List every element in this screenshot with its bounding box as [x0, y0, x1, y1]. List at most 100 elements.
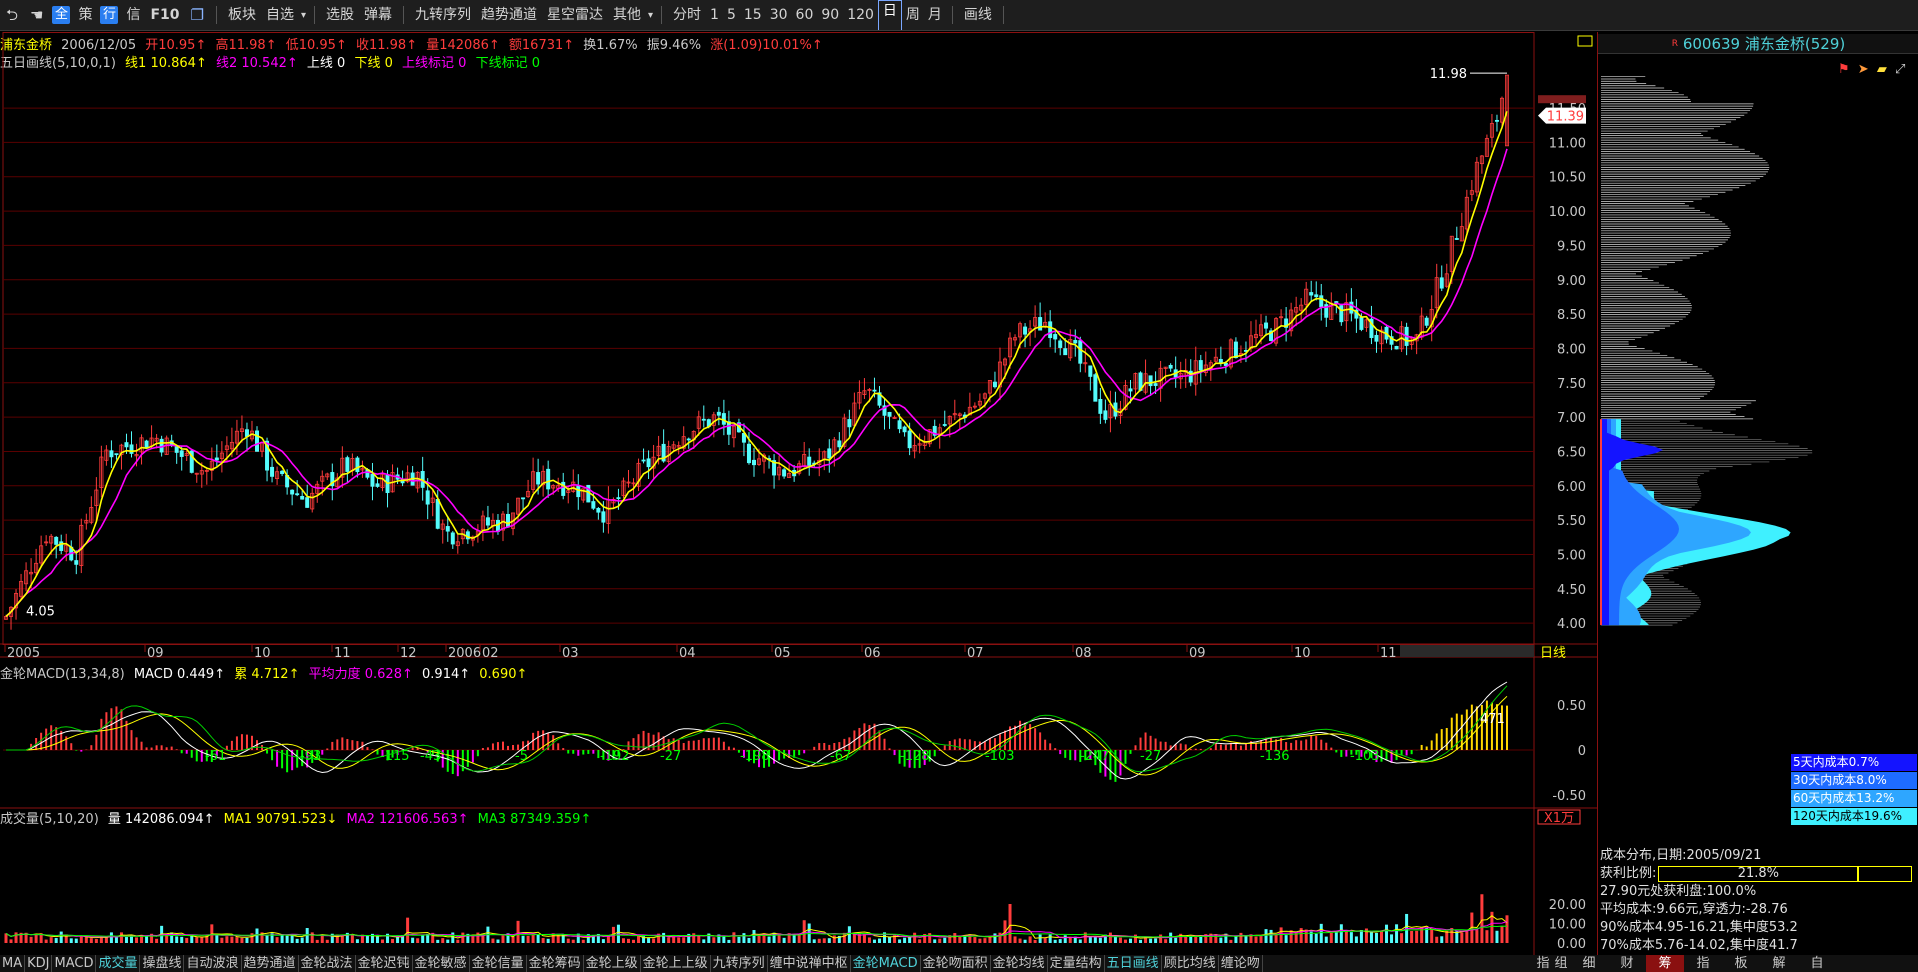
volume-bar [637, 935, 641, 943]
volume-bar [1008, 904, 1012, 943]
period-9[interactable]: 月 [924, 0, 946, 30]
dropdown-icon[interactable]: ▾ [299, 0, 308, 30]
select-stock-button[interactable]: 选股 [321, 0, 359, 30]
indicator-tab-5[interactable]: 自动波浪 [184, 955, 242, 972]
indicator-tab-17[interactable]: 金轮吻面积 [921, 955, 991, 972]
panel-tab-2[interactable]: 细 [1570, 955, 1608, 972]
panel-tab-5[interactable]: 指 [1684, 955, 1722, 972]
indicator-tab-9[interactable]: 金轮敏感 [413, 955, 470, 972]
draw-line-button[interactable]: 画线 [959, 0, 997, 30]
panel-tab-0[interactable]: 指 [1534, 955, 1552, 972]
period-5[interactable]: 90 [817, 0, 843, 30]
volume-bar [1118, 937, 1122, 943]
volume-bar [1344, 931, 1348, 943]
panel-tab-3[interactable]: 财 [1608, 955, 1646, 972]
indicator-tab-1[interactable]: KDJ [25, 955, 53, 972]
low-price-label: 4.05 [26, 605, 55, 620]
volume-bar [1264, 929, 1268, 943]
volume-bar [973, 937, 977, 943]
indicator-tab-6[interactable]: 趋势通道 [242, 955, 299, 972]
volume-bar [867, 937, 871, 943]
sector-button[interactable]: 板块 [223, 0, 261, 30]
indicator-tab-19[interactable]: 定量结构 [1048, 955, 1105, 972]
full-button[interactable]: 全 [52, 6, 71, 24]
volume-bar [1043, 938, 1047, 943]
time-axis-label: 03 [562, 646, 579, 661]
period-1[interactable]: 5 [723, 0, 740, 30]
indicator-tab-10[interactable]: 金轮信量 [470, 955, 527, 972]
candles [4, 74, 1510, 630]
popup-button[interactable]: 弹幕 [359, 0, 397, 30]
indicator-tab-16[interactable]: 金轮MACD [851, 955, 921, 972]
volume-bar [145, 936, 149, 943]
hand-icon[interactable]: ☚ [24, 0, 49, 30]
period-7[interactable]: 日 [877, 0, 902, 30]
indicator-tab-21[interactable]: 顾比均线 [1162, 955, 1219, 972]
period-3[interactable]: 30 [766, 0, 792, 30]
indicator-tab-7[interactable]: 金轮战法 [299, 955, 356, 972]
volume-bar [1354, 936, 1358, 943]
panel-tab-8[interactable]: 自 [1798, 955, 1836, 972]
indicator-tab-18[interactable]: 金轮均线 [991, 955, 1048, 972]
panel-tab-4[interactable]: 筹 [1646, 955, 1684, 972]
macd-value-label: -115 [380, 749, 410, 764]
indicator-tab-2[interactable]: MACD [52, 955, 97, 972]
candle-body [1394, 346, 1399, 350]
volume-bar [566, 938, 570, 943]
radar-button[interactable]: 星空雷达 [542, 0, 608, 30]
period-8[interactable]: 周 [902, 0, 924, 30]
candle-body [214, 457, 219, 461]
indicator-tab-8[interactable]: 金轮迟钝 [356, 955, 413, 972]
volume-bar [89, 938, 93, 943]
indicator-tab-11[interactable]: 金轮筹码 [527, 955, 584, 972]
indicator-tab-0[interactable]: MA [0, 955, 26, 972]
f10-button[interactable]: F10 [145, 0, 184, 30]
volume-bar [411, 937, 415, 943]
back-arrow-icon[interactable]: ⮌ [0, 0, 24, 30]
volume-bar [1395, 924, 1399, 943]
panel-tab-7[interactable]: 解 [1760, 955, 1798, 972]
volume-bar [1018, 938, 1022, 943]
row-button[interactable]: 行 [100, 6, 119, 24]
candle-body [179, 450, 184, 457]
macd-value-label: -136 [1260, 749, 1290, 764]
indicator-tab-12[interactable]: 金轮上级 [584, 955, 641, 972]
period-0[interactable]: 1 [706, 0, 723, 30]
period-6[interactable]: 120 [843, 0, 878, 30]
info-button[interactable]: 信 [121, 0, 145, 30]
indicator-tab-13[interactable]: 金轮上上级 [641, 955, 711, 972]
custom-button[interactable]: 自选 [261, 0, 299, 30]
minute-button[interactable]: 分时 [668, 0, 706, 30]
candle-body [295, 493, 300, 496]
candle-body [1374, 334, 1379, 342]
volume-bar [1098, 937, 1102, 943]
panel-tab-1[interactable]: 组 [1552, 955, 1570, 972]
candle-body [1319, 295, 1324, 308]
trend-channel-button[interactable]: 趋势通道 [476, 0, 542, 30]
volume-bar [1229, 939, 1233, 943]
indicator-tab-4[interactable]: 操盘线 [140, 955, 185, 972]
candle-body [355, 457, 360, 473]
strategy-button[interactable]: 策 [73, 0, 97, 30]
indicator-tab-15[interactable]: 缠中说禅中枢 [768, 955, 851, 972]
candle-body [902, 426, 907, 433]
indicator-tab-22[interactable]: 缠论吻 [1219, 955, 1263, 972]
volume-bar [943, 937, 947, 943]
panel-tab-6[interactable]: 板 [1722, 955, 1760, 972]
dropdown-icon[interactable]: ▾ [646, 0, 655, 30]
volume-bar [1149, 938, 1153, 943]
nine-sequence-button[interactable]: 九转序列 [410, 0, 476, 30]
kline-chart[interactable]: 11.5011.0010.5010.009.509.008.508.007.50… [0, 32, 1597, 955]
candle-body [616, 497, 621, 500]
indicator-tab-20[interactable]: 五日画线 [1105, 955, 1162, 972]
volume-bar [69, 938, 73, 943]
period-2[interactable]: 15 [740, 0, 766, 30]
other-button[interactable]: 其他 [608, 0, 646, 30]
indicator-tab-14[interactable]: 九转序列 [711, 955, 768, 972]
price-axis-label: 4.50 [1557, 583, 1586, 598]
period-4[interactable]: 60 [792, 0, 818, 30]
windows-icon[interactable]: ❐ [185, 0, 210, 30]
volume-bar [1219, 937, 1223, 943]
indicator-tab-3[interactable]: 成交量 [96, 955, 141, 972]
volume-bar [1159, 934, 1163, 943]
